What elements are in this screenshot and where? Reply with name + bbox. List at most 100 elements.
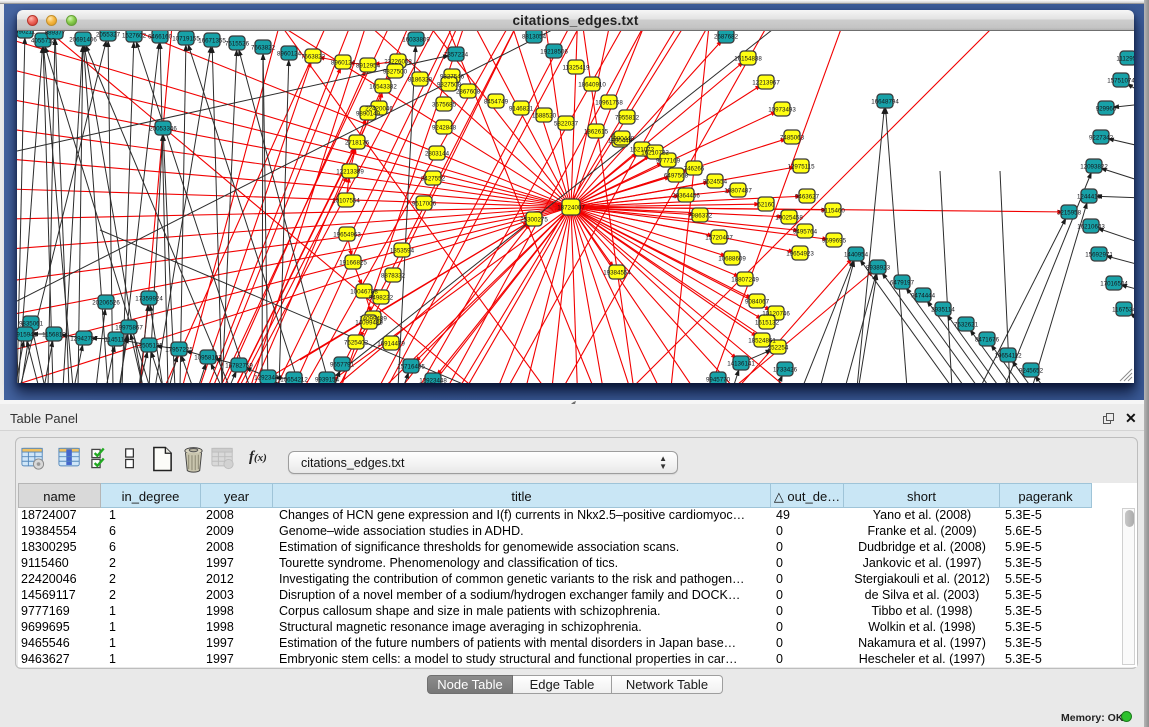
svg-text:9517006: 9517006 xyxy=(412,201,437,208)
svg-text:8960124: 8960124 xyxy=(277,51,302,58)
svg-text:17957225: 17957225 xyxy=(165,347,193,354)
svg-text:2935114: 2935114 xyxy=(931,307,955,314)
svg-text:9657791: 9657791 xyxy=(330,362,355,369)
svg-text:3675685: 3675685 xyxy=(432,102,457,109)
svg-text:8471676: 8471676 xyxy=(975,337,1000,344)
svg-text:10688609: 10688609 xyxy=(718,256,746,263)
svg-text:1588520: 1588520 xyxy=(532,113,557,120)
svg-text:16210643: 16210643 xyxy=(1077,224,1105,231)
svg-text:17016504: 17016504 xyxy=(1100,281,1128,288)
svg-text:1615132: 1615132 xyxy=(755,320,780,327)
svg-text:9146821: 9146821 xyxy=(509,106,534,113)
svg-text:9699695: 9699695 xyxy=(822,238,847,245)
svg-text:2055327: 2055327 xyxy=(96,32,121,39)
svg-text:8813054: 8813054 xyxy=(522,34,547,41)
svg-text:6479197: 6479197 xyxy=(890,280,915,287)
svg-text:9495764: 9495764 xyxy=(793,229,818,236)
svg-text:10719155: 10719155 xyxy=(172,36,200,43)
svg-text:62160: 62160 xyxy=(757,202,775,209)
svg-text:8960124: 8960124 xyxy=(331,60,356,67)
svg-text:2687682: 2687682 xyxy=(714,34,739,41)
svg-text:10107554: 10107554 xyxy=(332,198,360,205)
svg-text:1244415: 1244415 xyxy=(1077,194,1102,201)
svg-text:25300275: 25300275 xyxy=(520,217,548,224)
svg-text:7663822: 7663822 xyxy=(301,54,326,61)
svg-text:8454749: 8454749 xyxy=(484,99,509,106)
svg-text:252254: 252254 xyxy=(768,345,789,352)
svg-text:14099489: 14099489 xyxy=(355,320,383,327)
svg-text:15692971: 15692971 xyxy=(1085,252,1113,259)
svg-text:9945770: 9945770 xyxy=(706,377,731,384)
svg-text:8186328: 8186328 xyxy=(408,77,433,84)
svg-text:10025458: 10025458 xyxy=(775,215,803,222)
svg-text:7515526: 7515526 xyxy=(225,41,250,48)
svg-text:6497568: 6497568 xyxy=(664,173,689,180)
svg-text:9242848: 9242848 xyxy=(432,125,457,132)
svg-text:7625402: 7625402 xyxy=(344,340,369,347)
svg-text:19384554: 19384554 xyxy=(603,270,631,277)
svg-text:19218506: 19218506 xyxy=(540,49,568,56)
svg-text:1167534: 1167534 xyxy=(1112,307,1134,314)
svg-text:1156819: 1156819 xyxy=(42,332,66,339)
svg-text:5822037: 5822037 xyxy=(554,121,579,128)
svg-text:16671355: 16671355 xyxy=(198,38,226,45)
svg-text:3215958: 3215958 xyxy=(1057,210,1082,217)
svg-text:20206526: 20206526 xyxy=(92,300,120,307)
svg-text:19654923: 19654923 xyxy=(786,251,814,258)
svg-text:9084067: 9084067 xyxy=(745,299,770,306)
svg-text:16782759: 16782759 xyxy=(225,363,253,370)
svg-text:16543382: 16543382 xyxy=(369,84,397,91)
svg-text:18724007: 18724007 xyxy=(557,205,585,212)
svg-text:9115460: 9115460 xyxy=(821,208,845,215)
svg-text:1145114: 1145114 xyxy=(104,337,128,344)
svg-text:10973493: 10973493 xyxy=(768,107,796,114)
svg-text:1353594: 1353594 xyxy=(390,248,415,255)
svg-text:889377: 889377 xyxy=(45,31,66,37)
svg-text:9835061: 9835061 xyxy=(19,321,44,328)
svg-text:19166825: 19166825 xyxy=(339,260,367,267)
svg-text:9939154: 9939154 xyxy=(315,377,340,384)
svg-text:9498222: 9498222 xyxy=(369,295,394,302)
svg-text:9327546: 9327546 xyxy=(440,74,465,81)
svg-text:7357224: 7357224 xyxy=(444,52,469,59)
svg-text:18640910: 18640910 xyxy=(578,82,606,89)
svg-text:16033809: 16033809 xyxy=(402,37,430,44)
svg-text:7663822: 7663822 xyxy=(251,45,276,52)
svg-text:1440954: 1440954 xyxy=(844,252,869,259)
svg-text:10807487: 10807487 xyxy=(724,188,752,195)
svg-text:18524861: 18524861 xyxy=(748,338,776,345)
svg-text:15720407: 15720407 xyxy=(705,235,733,242)
svg-text:12975115: 12975115 xyxy=(787,164,815,171)
svg-text:8912954: 8912954 xyxy=(356,63,381,70)
svg-text:20364456: 20364456 xyxy=(672,193,700,200)
svg-text:19975867: 19975867 xyxy=(115,325,143,332)
svg-text:9474444: 9474444 xyxy=(911,293,936,300)
svg-text:12093822: 12093822 xyxy=(1080,164,1108,171)
svg-text:16914479: 16914479 xyxy=(377,341,405,348)
svg-text:7986372: 7986372 xyxy=(688,213,713,220)
svg-text:1362615: 1362615 xyxy=(584,129,609,136)
svg-text:7485063: 7485063 xyxy=(780,135,805,142)
svg-text:12213389: 12213389 xyxy=(336,169,364,176)
svg-text:2803144: 2803144 xyxy=(425,151,450,158)
svg-text:929966: 929966 xyxy=(1096,106,1117,113)
svg-text:16210722: 16210722 xyxy=(641,150,669,157)
svg-text:3915941: 3915941 xyxy=(17,332,38,339)
svg-text:990211: 990211 xyxy=(17,31,36,36)
svg-text:9777169: 9777169 xyxy=(656,158,681,165)
svg-text:6466160: 6466160 xyxy=(148,34,173,41)
svg-text:7955812: 7955812 xyxy=(615,115,640,122)
svg-text:1527602: 1527602 xyxy=(122,33,147,40)
svg-text:12923448: 12923448 xyxy=(254,375,282,382)
svg-text:10654112: 10654112 xyxy=(994,353,1022,360)
svg-text:2867608: 2867608 xyxy=(456,89,481,96)
svg-text:10961758: 10961758 xyxy=(595,100,623,107)
svg-text:7632621: 7632621 xyxy=(954,322,979,329)
svg-text:9327508: 9327508 xyxy=(437,82,462,89)
svg-text:12505135: 12505135 xyxy=(135,343,163,350)
svg-text:15751074: 15751074 xyxy=(1107,78,1134,85)
svg-text:10958107: 10958107 xyxy=(194,355,222,362)
svg-text:20053346: 20053346 xyxy=(149,126,177,133)
svg-text:9227342: 9227342 xyxy=(1089,135,1114,142)
svg-text:19654963: 19654963 xyxy=(333,232,361,239)
